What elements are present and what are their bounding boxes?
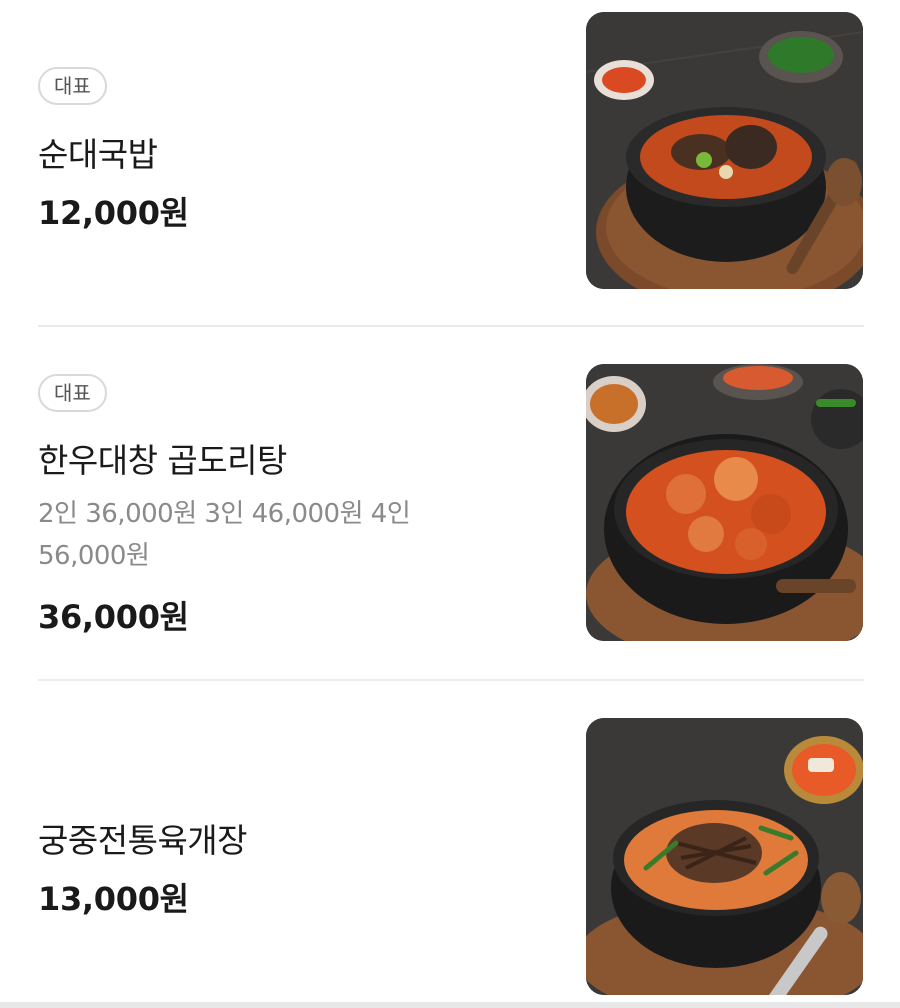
gopdori-tang-photo-icon xyxy=(586,364,863,641)
sundae-gukbap-photo-icon xyxy=(586,12,863,289)
menu-item-photo[interactable] xyxy=(586,364,863,641)
menu-item-sundae-gukbap[interactable]: 대표 순대국밥 12,000원 xyxy=(0,0,900,326)
yukgaejang-photo-icon xyxy=(586,718,863,995)
menu-item-name: 궁중전통육개장 xyxy=(38,821,248,860)
menu-item-yukgaejang[interactable]: 궁중전통육개장 13,000원 xyxy=(0,681,900,1008)
menu-item-photo[interactable] xyxy=(586,12,863,289)
menu-item-description: 2인 36,000원 3인 46,000원 4인 56,000원 xyxy=(38,499,411,571)
menu-item-name: 순대국밥 xyxy=(38,135,158,174)
menu-item-gopdori-tang[interactable]: 대표 한우대창 곱도리탕 2인 36,000원 3인 46,000원 4인 56… xyxy=(0,327,900,680)
menu-item-name: 한우대창 곱도리탕 xyxy=(38,441,287,480)
menu-item-price: 13,000원 xyxy=(38,880,189,918)
menu-item-price: 12,000원 xyxy=(38,194,189,232)
signature-badge: 대표 xyxy=(38,374,107,412)
signature-badge: 대표 xyxy=(38,67,107,105)
bottom-bar xyxy=(0,1002,900,1008)
menu-item-price: 36,000원 xyxy=(38,598,189,636)
menu-item-photo[interactable] xyxy=(586,718,863,995)
